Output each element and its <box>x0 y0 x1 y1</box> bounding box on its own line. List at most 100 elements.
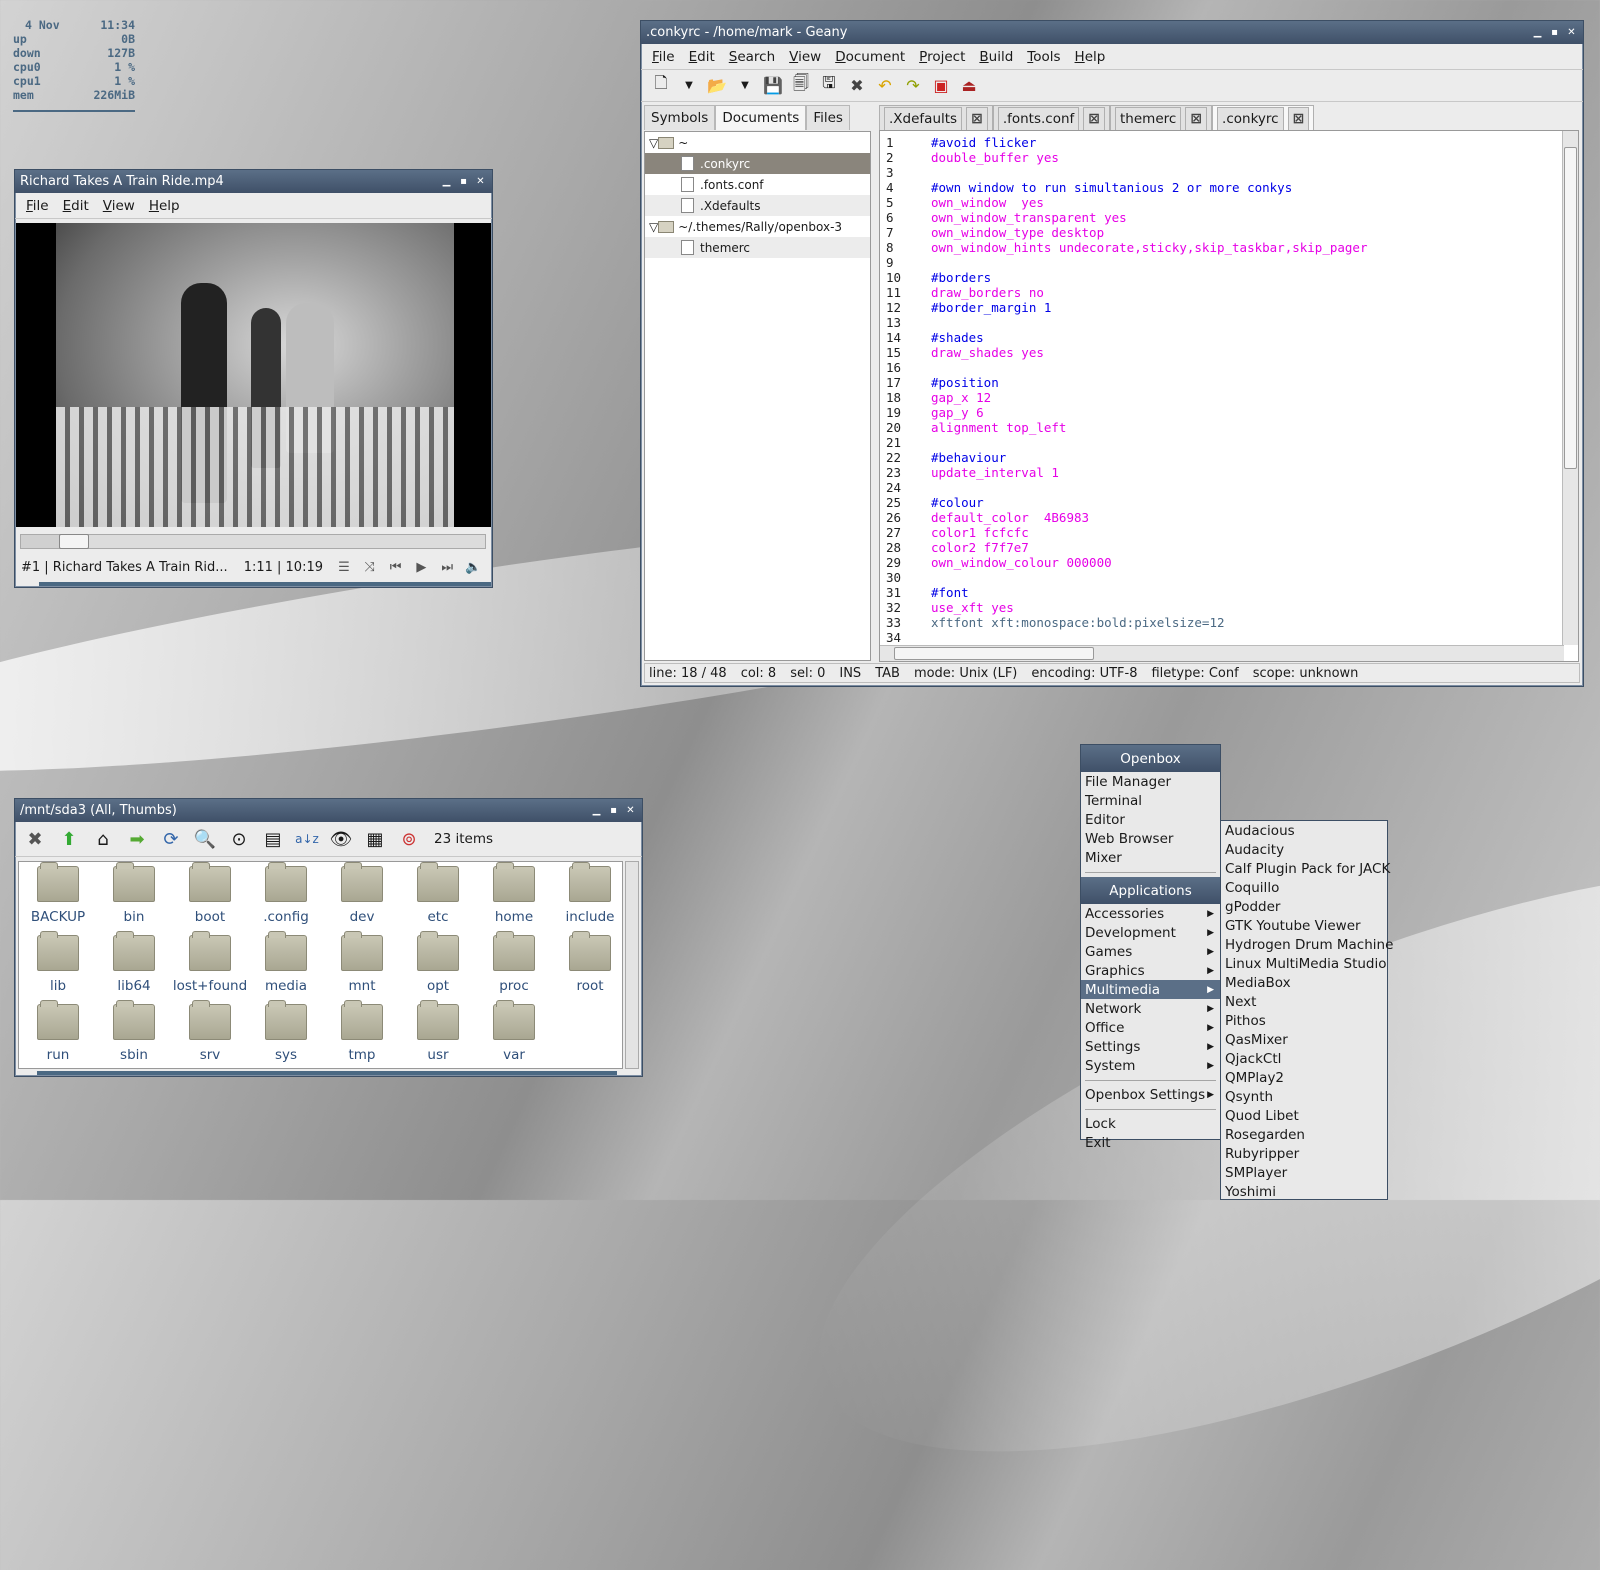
folder-item[interactable]: var <box>476 1000 552 1073</box>
dropdown-icon[interactable]: ▼ <box>731 73 759 99</box>
tree-node[interactable]: ▽ ~/.themes/Rally/openbox-3 <box>645 216 870 237</box>
code-line[interactable]: gap_x 12 <box>931 390 1560 405</box>
code-editor[interactable]: 1 2 3 4 5 6 7 8 9 10 11 12 13 14 15 16 17 18 19 20 21 22 23 24 2… <box>879 130 1579 662</box>
close-tab-icon[interactable]: ⊠ <box>1185 106 1208 130</box>
reload-icon[interactable]: 🖫 <box>815 73 843 99</box>
submenu-item[interactable]: QjackCtl <box>1221 1049 1387 1068</box>
folder-item[interactable]: home <box>476 862 552 935</box>
refresh-icon[interactable]: ⟳ <box>156 825 186 853</box>
menu-item-games[interactable]: Games ▶ <box>1081 942 1220 961</box>
compile-icon[interactable]: ▣ <box>927 73 955 99</box>
submenu-item[interactable]: QasMixer <box>1221 1030 1387 1049</box>
close-icon[interactable]: ✕ <box>624 805 637 816</box>
seek-bar[interactable] <box>20 534 486 549</box>
close-tab-icon[interactable]: ⊠ <box>1287 106 1310 130</box>
video-area[interactable] <box>16 223 491 527</box>
home-icon[interactable]: ⌂ <box>88 825 118 853</box>
close-file-icon[interactable]: ✖ <box>843 73 871 99</box>
code-line[interactable]: #shades <box>931 330 1560 345</box>
menu-item-system[interactable]: System ▶ <box>1081 1056 1220 1075</box>
menu-item[interactable]: Mixer <box>1081 848 1220 867</box>
menu-item[interactable]: Lock <box>1081 1114 1220 1133</box>
expander-icon[interactable]: ▽ <box>649 136 658 150</box>
tree-node[interactable]: ▽ ~ <box>645 132 870 153</box>
code-line[interactable]: xftfont xft:monospace:bold:pixelsize=12 <box>931 615 1560 630</box>
menu-item-multimedia[interactable]: Multimedia ▶ <box>1081 980 1220 999</box>
volume-icon[interactable]: 🔈 <box>460 560 486 575</box>
menu-item[interactable]: Terminal <box>1081 791 1220 810</box>
undo-icon[interactable]: ↶ <box>871 73 899 99</box>
folder-item[interactable]: lib <box>20 931 96 1004</box>
submenu-item[interactable]: MediaBox <box>1221 973 1387 992</box>
zoom-in-icon[interactable]: 🔍 <box>190 825 220 853</box>
title-bar[interactable]: Richard Takes A Train Ride.mp4 ▁ ▪ ✕ <box>15 170 492 193</box>
go-icon[interactable]: ➡ <box>122 825 152 853</box>
sort-icon[interactable]: a↓z <box>292 825 322 853</box>
menu-item[interactable]: Web Browser <box>1081 829 1220 848</box>
scroll-thumb[interactable] <box>1564 147 1577 469</box>
menu-document[interactable]: Document <box>828 49 912 65</box>
submenu-item[interactable]: Coquillo <box>1221 878 1387 897</box>
tree-node[interactable]: .Xdefaults <box>645 195 870 216</box>
tab-symbols[interactable]: Symbols <box>644 105 716 130</box>
submenu-item[interactable]: SMPlayer <box>1221 1163 1387 1182</box>
folder-item[interactable]: proc <box>476 931 552 1004</box>
folder-item[interactable]: sys <box>248 1000 324 1073</box>
folder-item[interactable]: mnt <box>324 931 400 1004</box>
dropdown-icon[interactable]: ▼ <box>675 73 703 99</box>
submenu-item[interactable]: Quod Libet <box>1221 1106 1387 1125</box>
folder-item[interactable]: BACKUP <box>20 862 96 935</box>
submenu-item[interactable]: gPodder <box>1221 897 1387 916</box>
code-line[interactable]: own_window yes <box>931 195 1560 210</box>
close-icon[interactable]: ✕ <box>1565 27 1578 38</box>
new-file-icon[interactable]: 🗋 <box>647 73 675 99</box>
submenu-item[interactable]: Rubyripper <box>1221 1144 1387 1163</box>
submenu-item[interactable]: GTK Youtube Viewer <box>1221 916 1387 935</box>
code-line[interactable]: color2 f7f7e7 <box>931 540 1560 555</box>
folder-item[interactable]: dev <box>324 862 400 935</box>
menu-tools[interactable]: Tools <box>1020 49 1067 65</box>
submenu-item[interactable]: Rosegarden <box>1221 1125 1387 1144</box>
menu-help[interactable]: Help <box>142 198 187 214</box>
code-line[interactable]: draw_shades yes <box>931 345 1560 360</box>
code-line[interactable]: own_window_transparent yes <box>931 210 1560 225</box>
submenu-item[interactable]: Yoshimi <box>1221 1182 1387 1201</box>
menu-search[interactable]: Search <box>722 49 782 65</box>
folder-item[interactable]: lib64 <box>96 931 172 1004</box>
menu-item-openbox-settings[interactable]: Openbox Settings ▶ <box>1081 1085 1220 1104</box>
play-icon[interactable]: ▶ <box>409 560 435 575</box>
tree-node[interactable]: themerc <box>645 237 870 258</box>
menu-item-office[interactable]: Office ▶ <box>1081 1018 1220 1037</box>
code-line[interactable]: color1 fcfcfc <box>931 525 1560 540</box>
document-tab[interactable]: .fonts.conf ⊠ <box>992 105 1111 130</box>
maximize-icon[interactable]: ▪ <box>1548 27 1561 38</box>
vertical-scrollbar[interactable] <box>1562 131 1578 645</box>
folder-item[interactable]: .config <box>248 862 324 935</box>
menu-build[interactable]: Build <box>972 49 1020 65</box>
folder-item[interactable]: run <box>20 1000 96 1073</box>
seek-knob[interactable] <box>59 534 90 549</box>
code-line[interactable]: own_window_type desktop <box>931 225 1560 240</box>
close-tab-icon[interactable]: ⊠ <box>966 106 988 130</box>
menu-item[interactable]: Editor <box>1081 810 1220 829</box>
code-line[interactable] <box>931 255 1560 270</box>
code-line[interactable]: #borders <box>931 270 1560 285</box>
menu-project[interactable]: Project <box>912 49 972 65</box>
code-text[interactable]: #avoid flicker double_buffer yes #own wind… <box>931 131 1560 645</box>
menu-file[interactable]: File <box>645 49 682 65</box>
code-line[interactable]: #own window to run simultanious 2 or mor… <box>931 180 1560 195</box>
submenu-item[interactable]: Linux MultiMedia Studio <box>1221 954 1387 973</box>
menu-help[interactable]: Help <box>1068 49 1113 65</box>
folder-item[interactable]: opt <box>400 931 476 1004</box>
code-line[interactable]: #behaviour <box>931 450 1560 465</box>
folder-item[interactable]: usr <box>400 1000 476 1073</box>
menu-item-network[interactable]: Network ▶ <box>1081 999 1220 1018</box>
menu-item-development[interactable]: Development ▶ <box>1081 923 1220 942</box>
code-line[interactable] <box>931 435 1560 450</box>
open-folder-icon[interactable]: 📂 <box>703 73 731 99</box>
submenu-item[interactable]: Calf Plugin Pack for JACK <box>1221 859 1390 878</box>
submenu-item[interactable]: Hydrogen Drum Machine <box>1221 935 1393 954</box>
menu-item[interactable]: File Manager <box>1081 772 1220 791</box>
code-line[interactable]: draw_borders no <box>931 285 1560 300</box>
folder-item[interactable]: include <box>552 862 628 935</box>
